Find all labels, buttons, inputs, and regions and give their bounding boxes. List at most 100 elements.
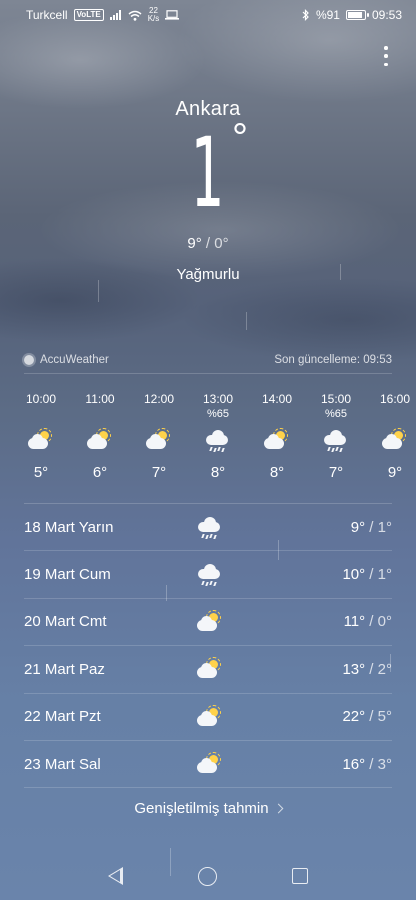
cloud-puff-icon — [201, 615, 212, 627]
precipitation-chance: %65 — [206, 408, 230, 420]
partly-sunny-icon — [380, 428, 410, 452]
provider-name[interactable]: AccuWeather — [40, 354, 109, 366]
hour-time: 15:00 — [320, 392, 352, 406]
day-icon-wrap — [195, 515, 223, 539]
volte-badge: VoLTE — [73, 9, 104, 21]
hour-icon-wrap — [380, 428, 410, 452]
battery-icon — [345, 10, 369, 20]
hour-time: 12:00 — [143, 392, 175, 406]
hour-temperature: 8° — [210, 464, 226, 481]
day-label: 20 Mart Cmt — [24, 613, 107, 631]
raindrop-icon — [209, 581, 213, 586]
wifi-icon — [128, 10, 142, 21]
accuweather-logo-icon — [24, 354, 34, 365]
raindrop-icon — [209, 534, 213, 538]
partly-sunny-icon — [262, 428, 292, 452]
weather-condition: Yağmurlu — [176, 266, 240, 283]
carrier-label: Turkcell — [26, 8, 68, 22]
daily-row[interactable]: 22 Mart Pzt 22° / 5° — [24, 694, 392, 741]
cloud-puff-icon — [32, 434, 43, 445]
raindrop-icon — [213, 535, 217, 539]
hour-temperature: 8° — [269, 464, 285, 481]
day-low: 5° — [377, 708, 392, 726]
signal-icon — [109, 10, 121, 20]
daily-forecast: 18 Mart Yarın 9° / 1° 19 Mart Cum 10° / 1° 2… — [24, 504, 392, 789]
day-high: 13° — [342, 660, 366, 678]
high-temp: 9° — [187, 235, 202, 252]
hour-time: 14:00 — [261, 392, 293, 406]
hourly-item: 14:00 8° — [252, 392, 302, 481]
partly-sunny-icon — [26, 428, 56, 452]
hour-icon-wrap — [144, 428, 174, 452]
precipitation-chance: %65 — [324, 408, 348, 420]
degree-symbol: ° — [232, 116, 248, 160]
partly-sunny-icon — [144, 428, 174, 452]
day-low: 3° — [377, 755, 392, 773]
hourly-item: 11:00 6° — [75, 392, 125, 481]
hour-icon-wrap — [203, 428, 233, 452]
battery-level-fill — [347, 12, 362, 18]
day-high: 11° — [343, 613, 366, 631]
home-button[interactable] — [197, 866, 217, 886]
dot-icon — [384, 46, 388, 50]
hour-icon-wrap — [26, 428, 56, 452]
hourly-item: 16:00 9° — [370, 392, 416, 481]
hourly-forecast[interactable]: 10:00 5° 11:00 6° 12:00 7° 13:00 %65 8° 14:00 8° 15… — [0, 392, 416, 492]
hour-time: 13:00 — [202, 392, 234, 406]
daily-row[interactable]: 18 Mart Yarın 9° / 1° — [24, 504, 392, 552]
day-label: 18 Mart Yarın — [24, 518, 114, 536]
extended-forecast-link[interactable]: Genişletilmiş tahmin — [0, 800, 416, 817]
cloud-puff-icon — [386, 434, 397, 445]
clock: 09:53 — [371, 8, 402, 22]
day-high: 16° — [342, 755, 366, 773]
back-button[interactable] — [107, 867, 123, 885]
cloud-puff-icon — [201, 710, 212, 722]
day-low: 2° — [377, 660, 392, 678]
raindrop-icon — [205, 535, 209, 539]
day-label: 19 Mart Cum — [24, 566, 111, 584]
raindrop-icon — [205, 582, 209, 587]
daily-row[interactable]: 23 Mart Sal 16° / 3° — [24, 741, 392, 789]
hour-time: 10:00 — [25, 392, 57, 406]
cloud-puff-icon — [150, 434, 161, 445]
hourly-item: 13:00 %65 8° — [193, 392, 243, 481]
hour-temperature: 7° — [328, 464, 344, 481]
precipitation-chance — [134, 408, 184, 422]
raindrop-icon — [213, 448, 217, 452]
raindrop-icon — [335, 447, 339, 451]
day-temperature: 10° / 1° — [342, 566, 392, 583]
raindrop-icon — [209, 447, 213, 451]
daily-row[interactable]: 20 Mart Cmt 11° / 0° — [24, 599, 392, 647]
temp-separator: / — [365, 566, 378, 584]
rain-icon — [321, 428, 351, 452]
day-low: 1° — [377, 518, 392, 536]
daily-row[interactable]: 21 Mart Paz 13° / 2° — [24, 646, 392, 694]
day-temperature: 13° / 2° — [342, 661, 392, 678]
daily-row[interactable]: 19 Mart Cum 10° / 1° — [24, 551, 392, 599]
day-icon-wrap — [195, 704, 223, 729]
bluetooth-icon — [302, 9, 309, 21]
more-options-button[interactable] — [378, 44, 394, 68]
hour-temperature: 7° — [151, 464, 167, 481]
cloud-puff-icon — [212, 430, 224, 442]
dot-icon — [384, 54, 388, 58]
day-temperature: 16° / 3° — [342, 756, 392, 773]
raindrop-icon — [213, 582, 217, 587]
raindrop-icon — [201, 581, 205, 586]
day-high: 9° — [350, 518, 366, 536]
chevron-right-icon — [273, 803, 284, 814]
low-temp: 0° — [214, 235, 229, 252]
day-high: 22° — [342, 708, 366, 726]
cloud-puff-icon — [91, 434, 102, 445]
day-label: 21 Mart Paz — [24, 660, 105, 678]
temp-separator: / — [365, 613, 378, 631]
temp-separator: / — [365, 708, 378, 726]
raindrop-icon — [339, 448, 343, 452]
recent-apps-button[interactable] — [292, 868, 309, 884]
rain-icon — [203, 428, 233, 452]
raindrop-icon — [327, 447, 331, 451]
day-temperature: 11° / 0° — [344, 613, 392, 630]
high-low-temperature: 9° / 0° — [0, 235, 416, 252]
day-low: 1° — [377, 566, 392, 584]
temp-separator: / — [365, 660, 378, 678]
